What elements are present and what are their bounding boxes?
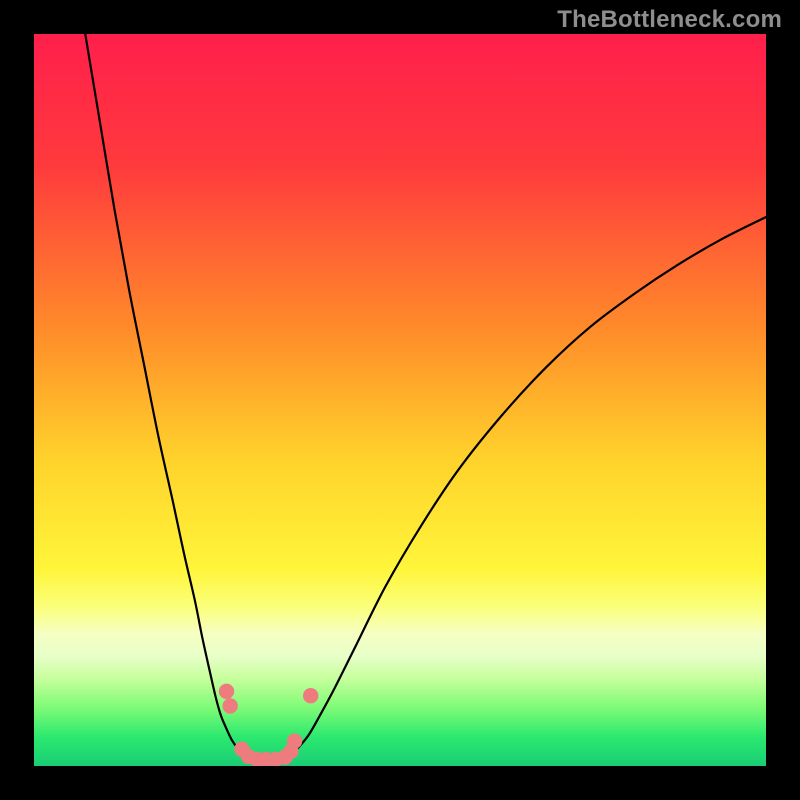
curve-marker <box>219 684 234 699</box>
watermark-text: TheBottleneck.com <box>557 6 782 34</box>
curve-marker <box>222 698 237 713</box>
gradient-background <box>34 34 766 766</box>
curve-marker <box>303 688 318 703</box>
bottleneck-curve-chart <box>34 34 766 766</box>
curve-marker <box>287 733 302 748</box>
chart-frame: TheBottleneck.com <box>0 0 800 800</box>
plot-area <box>34 34 766 766</box>
